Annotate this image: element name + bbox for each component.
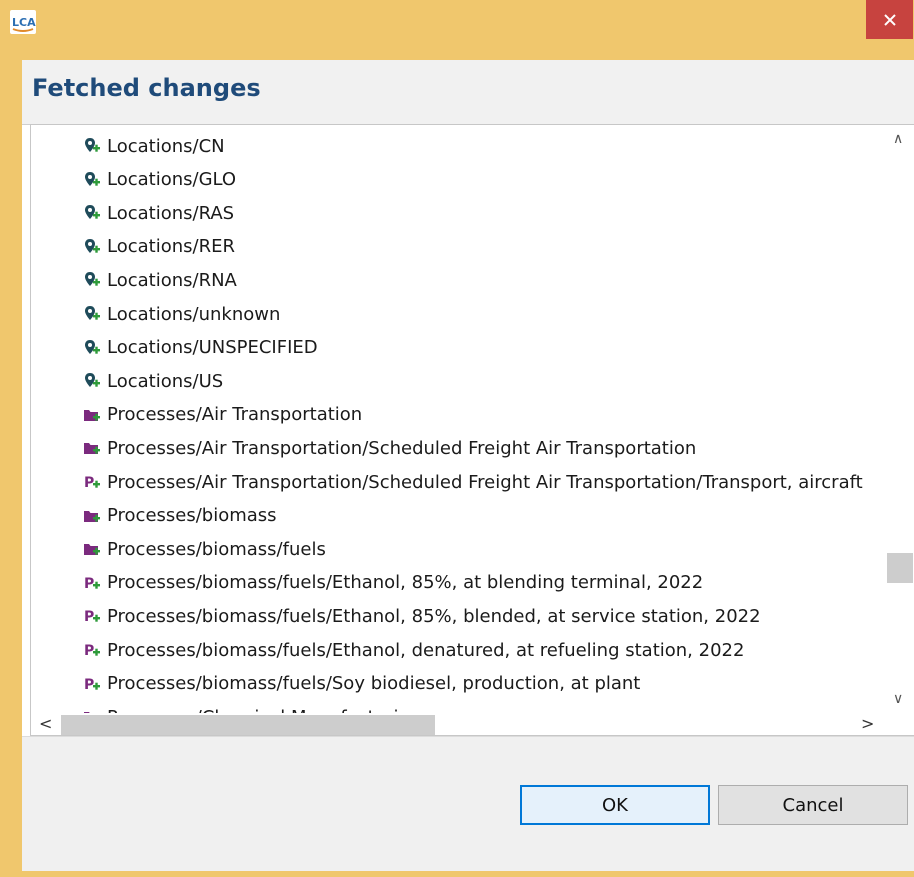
- list-item-label: Processes/biomass: [107, 505, 277, 527]
- title-bar[interactable]: LCA: [0, 0, 914, 44]
- list-item-label: Locations/RAS: [107, 202, 235, 224]
- location-pin-add-icon: [83, 238, 101, 256]
- svg-text:P: P: [84, 576, 94, 592]
- process-add-icon: P: [83, 574, 101, 592]
- list-item-label: Locations/RNA: [107, 269, 237, 291]
- list-item[interactable]: P Processes/biomass/fuels/Ethanol, denatu…: [83, 633, 744, 667]
- scroll-down-icon[interactable]: ∨: [893, 691, 903, 707]
- list-item-label: Processes/biomass/fuels: [107, 538, 326, 560]
- close-button[interactable]: [866, 0, 913, 39]
- list-item-label: Processes/Air Transportation/Scheduled F…: [107, 471, 863, 493]
- list-item-label: Processes/biomass/fuels/Soy biodiesel, p…: [107, 673, 641, 695]
- list-item-label: Locations/UNSPECIFIED: [107, 337, 318, 359]
- list-item[interactable]: P Processes/Air Transportation/Scheduled …: [83, 465, 863, 499]
- horizontal-scrollbar[interactable]: < >: [31, 713, 886, 735]
- location-pin-add-icon: [83, 339, 101, 357]
- list-item[interactable]: Processes/Air Transportation/Scheduled F…: [83, 431, 696, 465]
- cancel-button[interactable]: Cancel: [718, 785, 908, 825]
- list-item[interactable]: Locations/US: [83, 364, 223, 398]
- changes-list[interactable]: Locations/CN Locations/GLO Locations/RAS Lo…: [31, 125, 886, 713]
- location-pin-add-icon: [83, 171, 101, 189]
- location-pin-add-icon: [83, 271, 101, 289]
- app-logo-icon: LCA: [10, 10, 36, 34]
- list-item[interactable]: P Processes/biomass/fuels/Ethanol, 85%, b…: [83, 599, 761, 633]
- process-add-icon: P: [83, 641, 101, 659]
- folder-add-icon: [83, 439, 101, 457]
- app-logo-text: LCA: [12, 16, 36, 29]
- list-item-label: Processes/Air Transportation: [107, 404, 363, 426]
- list-item-label: Locations/GLO: [107, 169, 237, 191]
- svg-text:P: P: [84, 677, 94, 693]
- location-pin-add-icon: [83, 372, 101, 390]
- scroll-left-icon[interactable]: <: [39, 714, 52, 733]
- page-title: Fetched changes: [32, 74, 261, 102]
- process-add-icon: P: [83, 675, 101, 693]
- svg-text:P: P: [84, 475, 94, 491]
- list-item-label: Processes/biomass/fuels/Ethanol, 85%, bl…: [107, 605, 761, 627]
- ok-button[interactable]: OK: [520, 785, 710, 825]
- dialog-content: Fetched changes Locations/CN Locations/GL…: [22, 60, 914, 871]
- list-item[interactable]: Locations/unknown: [83, 297, 280, 331]
- location-pin-add-icon: [83, 204, 101, 222]
- list-item[interactable]: Locations/CN: [83, 129, 225, 163]
- list-item[interactable]: Processes/Chemical Manufacturing: [83, 700, 421, 713]
- list-item[interactable]: Processes/biomass: [83, 499, 277, 533]
- svg-text:P: P: [84, 609, 94, 625]
- list-item[interactable]: Locations/RER: [83, 230, 235, 264]
- dialog-window: LCA Fetched changes Locations/CN Location…: [0, 0, 914, 877]
- list-item-label: Locations/RER: [107, 236, 235, 258]
- list-item-label: Locations/CN: [107, 135, 225, 157]
- list-item[interactable]: Processes/Air Transportation: [83, 398, 362, 432]
- location-pin-add-icon: [83, 305, 101, 323]
- list-item[interactable]: P Processes/biomass/fuels/Ethanol, 85%, a…: [83, 566, 703, 600]
- list-item-label: Locations/US: [107, 370, 224, 392]
- list-item[interactable]: Locations/RAS: [83, 196, 234, 230]
- close-icon: [883, 13, 896, 26]
- folder-add-icon: [83, 507, 101, 525]
- list-item[interactable]: P Processes/biomass/fuels/Soy biodiesel, …: [83, 667, 640, 701]
- list-item[interactable]: Locations/RNA: [83, 263, 237, 297]
- dialog-footer: OK Cancel: [22, 736, 914, 871]
- dialog-header: Fetched changes: [22, 60, 914, 125]
- process-add-icon: P: [83, 607, 101, 625]
- horizontal-scroll-thumb[interactable]: [61, 715, 435, 735]
- vertical-scrollbar[interactable]: ∧ ∨: [885, 125, 914, 713]
- svg-text:P: P: [84, 643, 94, 659]
- process-add-icon: P: [83, 473, 101, 491]
- folder-add-icon: [83, 406, 101, 424]
- list-item-label: Processes/Air Transportation/Scheduled F…: [107, 437, 697, 459]
- list-item-label: Processes/biomass/fuels/Ethanol, 85%, at…: [107, 572, 704, 594]
- location-pin-add-icon: [83, 137, 101, 155]
- list-item-label: Processes/biomass/fuels/Ethanol, denatur…: [107, 639, 745, 661]
- vertical-scroll-thumb[interactable]: [887, 553, 913, 583]
- scroll-up-icon[interactable]: ∧: [893, 131, 903, 147]
- changes-list-panel: Locations/CN Locations/GLO Locations/RAS Lo…: [30, 124, 914, 736]
- list-item[interactable]: Locations/UNSPECIFIED: [83, 331, 318, 365]
- list-item[interactable]: Processes/biomass/fuels: [83, 532, 326, 566]
- folder-add-icon: [83, 540, 101, 558]
- list-item[interactable]: Locations/GLO: [83, 163, 236, 197]
- scroll-right-icon[interactable]: >: [861, 714, 874, 733]
- list-item-label: Locations/unknown: [107, 303, 281, 325]
